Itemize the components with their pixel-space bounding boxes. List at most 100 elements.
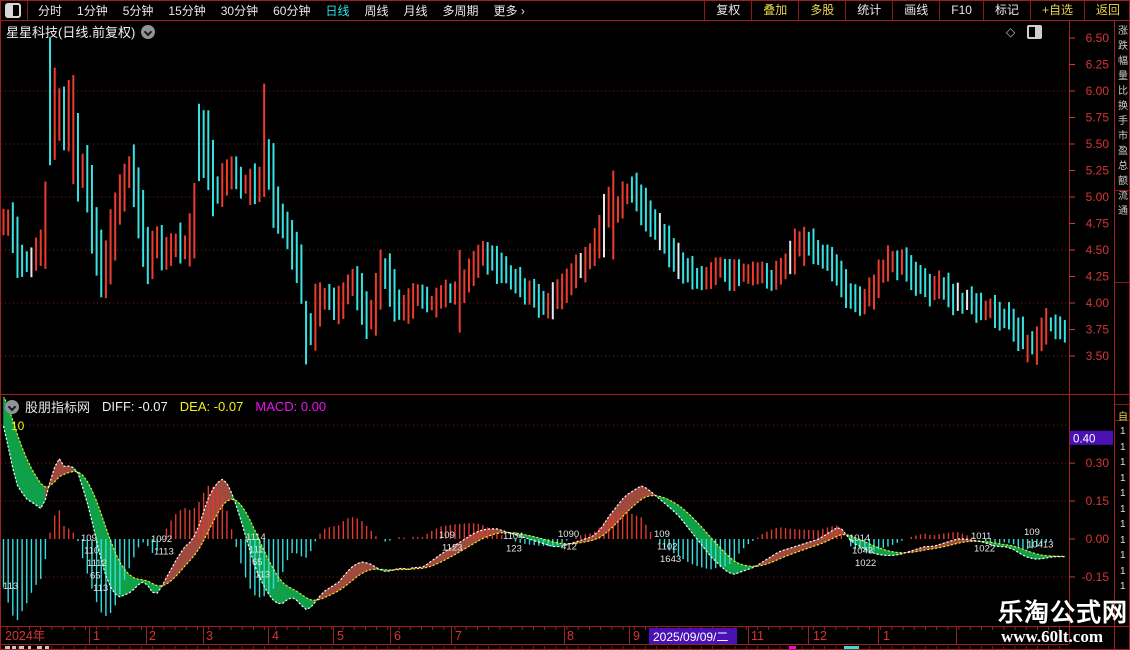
indicator-field-2: MACD: 0.00 — [255, 399, 327, 414]
period-button-4[interactable]: 30分钟 — [221, 2, 258, 19]
svg-text:1113: 1113 — [154, 547, 174, 558]
top-toolbar: 分时 1分钟 5分钟 15分钟 30分钟 60分钟 日线 周线 月线 多周期 更多 › 复权 叠加 多股… — [1, 1, 1129, 21]
period-button-8[interactable]: 月线 — [404, 2, 428, 19]
svg-text:7: 7 — [455, 629, 462, 643]
svg-text:4.50: 4.50 — [1086, 243, 1110, 257]
svg-text:109: 109 — [654, 529, 670, 540]
svg-text:6.25: 6.25 — [1086, 58, 1110, 72]
svg-text:-0.15: -0.15 — [1082, 570, 1110, 584]
svg-text:6.00: 6.00 — [1086, 84, 1110, 98]
svg-text:113: 113 — [3, 581, 18, 592]
svg-text:2025/09/09/二: 2025/09/09/二 — [653, 630, 728, 644]
svg-text:5.50: 5.50 — [1086, 137, 1110, 151]
window-icon[interactable] — [5, 3, 21, 18]
action-toolbar: 复权 叠加 多股 统计 画线 F10 标记 +自选 返回 — [704, 1, 1129, 20]
svg-text:111: 111 — [249, 545, 263, 556]
svg-text:1643: 1643 — [660, 554, 681, 565]
period-button-3[interactable]: 15分钟 — [168, 2, 205, 19]
svg-text:5: 5 — [337, 629, 344, 643]
svg-text:3.50: 3.50 — [1086, 349, 1110, 363]
svg-text:1102: 1102 — [657, 542, 677, 553]
right-side-strip[interactable]: 涨跌幅量比换手市盈总额流通 自 11111111111 — [1114, 20, 1129, 649]
svg-text:3: 3 — [206, 629, 213, 643]
svg-text:412: 412 — [561, 542, 577, 553]
svg-text:5.00: 5.00 — [1086, 190, 1110, 204]
svg-text:113: 113 — [93, 583, 108, 594]
svg-text:12: 12 — [813, 629, 827, 643]
svg-text:109: 109 — [439, 530, 455, 541]
period-button-0[interactable]: 分时 — [38, 2, 62, 19]
svg-text:10: 10 — [11, 419, 25, 433]
action-button-8[interactable]: 返回 — [1083, 1, 1129, 20]
stock-title: 星星科技(日线.前复权) — [6, 25, 136, 40]
period-button-9[interactable]: 多周期 — [443, 2, 479, 19]
svg-text:5.75: 5.75 — [1086, 111, 1110, 125]
diamond-icon[interactable]: ◇ — [1006, 25, 1015, 39]
action-button-7[interactable]: +自选 — [1029, 1, 1084, 20]
layout-panel-icon[interactable] — [1027, 25, 1043, 39]
trading-app-window: 113 109 110 1112 65 113 1092 1113 1114 111 65 113 10… — [0, 0, 1130, 650]
period-button-5[interactable]: 60分钟 — [273, 2, 310, 19]
period-button-2[interactable]: 5分钟 — [123, 2, 154, 19]
right-strip-numbers: 11111111111 — [1120, 426, 1126, 592]
action-button-5[interactable]: F10 — [939, 1, 983, 20]
title-right-icons: ◇ — [1006, 25, 1043, 39]
svg-text:9: 9 — [633, 629, 640, 643]
chevron-down-icon[interactable] — [141, 24, 156, 39]
period-toolbar: 分时 1分钟 5分钟 15分钟 30分钟 60分钟 日线 周线 月线 多周期 更多 › — [1, 1, 540, 20]
svg-text:123: 123 — [506, 544, 522, 555]
svg-text:5.25: 5.25 — [1086, 164, 1110, 178]
svg-text:0.30: 0.30 — [1086, 456, 1110, 470]
svg-text:1022: 1022 — [855, 558, 876, 569]
svg-text:65: 65 — [252, 557, 263, 568]
svg-text:4.00: 4.00 — [1086, 296, 1110, 310]
watermark-site-name: 乐淘公式网 — [998, 599, 1129, 627]
action-button-2[interactable]: 多股 — [798, 1, 845, 20]
svg-text:1104: 1104 — [503, 531, 523, 542]
svg-text:109: 109 — [81, 533, 97, 544]
svg-text:1112: 1112 — [87, 558, 107, 569]
action-button-3[interactable]: 统计 — [845, 1, 892, 20]
indicator-field-0: DIFF: -0.07 — [102, 399, 168, 414]
watermark-url: www.60lt.com — [1001, 627, 1103, 646]
period-button-1[interactable]: 1分钟 — [77, 2, 108, 19]
svg-text:1022: 1022 — [974, 544, 995, 555]
action-button-0[interactable]: 复权 — [704, 1, 751, 20]
svg-text:6.50: 6.50 — [1086, 31, 1110, 45]
action-button-4[interactable]: 画线 — [892, 1, 939, 20]
svg-text:109: 109 — [1024, 527, 1040, 538]
svg-text:1011: 1011 — [971, 531, 991, 542]
svg-text:1092: 1092 — [151, 534, 172, 545]
right-strip-tab[interactable]: 自 — [1118, 408, 1128, 423]
period-button-7[interactable]: 周线 — [364, 2, 388, 19]
svg-text:3.75: 3.75 — [1086, 323, 1110, 337]
svg-text:1043: 1043 — [852, 546, 873, 557]
chart-title-row: 星星科技(日线.前复权) — [6, 22, 156, 41]
period-button-6[interactable]: 日线 — [325, 2, 349, 19]
indicator-name[interactable]: 股朋指标网 — [25, 397, 90, 416]
svg-text:10413: 10413 — [1027, 540, 1053, 551]
svg-text:4.75: 4.75 — [1086, 217, 1110, 231]
svg-text:0.00: 0.00 — [1086, 532, 1110, 546]
period-button-10[interactable]: 更多 › — [494, 2, 525, 19]
action-button-6[interactable]: 标记 — [982, 1, 1030, 20]
collapse-indicator-icon[interactable] — [5, 399, 19, 414]
svg-text:0.40: 0.40 — [1073, 433, 1095, 445]
svg-text:1090: 1090 — [558, 529, 579, 540]
svg-text:1014: 1014 — [849, 533, 870, 544]
svg-text:6: 6 — [394, 629, 401, 643]
svg-text:1123: 1123 — [442, 543, 462, 554]
svg-text:4: 4 — [272, 629, 279, 643]
svg-text:1: 1 — [883, 629, 890, 643]
svg-text:2024年: 2024年 — [5, 629, 45, 643]
svg-text:8: 8 — [567, 629, 574, 643]
svg-text:1: 1 — [93, 629, 100, 643]
indicator-field-1: DEA: -0.07 — [179, 399, 244, 414]
action-button-1[interactable]: 叠加 — [751, 1, 798, 20]
svg-text:0.15: 0.15 — [1086, 494, 1110, 508]
indicator-header: 股朋指标网 DIFF: -0.07 DEA: -0.07 MACD: 0.00 — [5, 397, 338, 416]
svg-text:110: 110 — [84, 546, 99, 557]
svg-text:11: 11 — [751, 629, 764, 643]
indicator-values: DIFF: -0.07 DEA: -0.07 MACD: 0.00 — [102, 399, 338, 414]
svg-text:1114: 1114 — [246, 532, 266, 543]
